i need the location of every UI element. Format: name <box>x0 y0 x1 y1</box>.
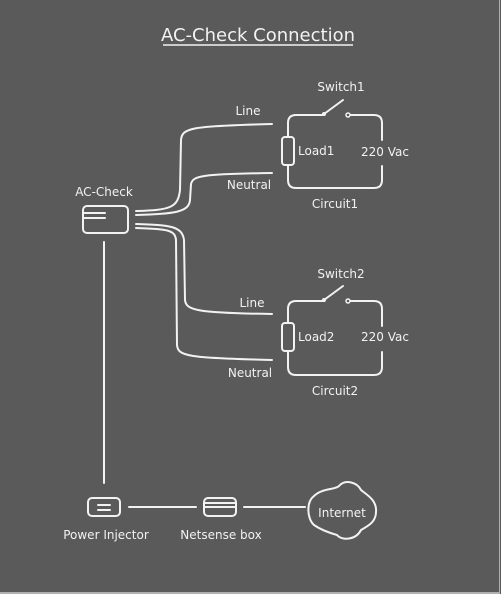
circuit2-wire-left-top <box>287 300 325 324</box>
switch-contact <box>345 298 351 304</box>
load-resistor-icon <box>281 136 295 166</box>
circuit1: Switch1 Load1 220 Vac Circuit1 <box>281 80 409 211</box>
line-label-circuit2: Line <box>239 296 264 310</box>
line-label-circuit1: Line <box>235 104 260 118</box>
load-resistor-icon <box>281 322 295 352</box>
neutral-label-circuit2: Neutral <box>228 366 272 380</box>
voltage1-label: 220 Vac <box>361 145 409 159</box>
netsense-box-label: Netsense box <box>180 528 261 542</box>
switch-contact <box>345 112 351 118</box>
neutral-wire-circuit2 <box>135 227 273 361</box>
diagram-canvas: AC-Check Connection AC-Check Line Neutra… <box>0 0 500 594</box>
switch1-label: Switch1 <box>317 80 364 94</box>
circuit1-wire-right-top <box>347 114 383 141</box>
circuit2-label: Circuit2 <box>312 384 358 398</box>
internet-label: Internet <box>318 506 366 520</box>
switch2-label: Switch2 <box>317 267 364 281</box>
circuit1-wire-left-top <box>287 114 325 138</box>
circuit1-label: Circuit1 <box>312 197 358 211</box>
circuit1-wire-bottom <box>287 164 383 189</box>
circuit2-wire-right-top <box>347 300 383 327</box>
diagram-title: AC-Check Connection <box>161 25 355 46</box>
network-box-icon[interactable] <box>203 497 237 517</box>
switch-pivot <box>322 298 326 302</box>
load1-label: Load1 <box>298 144 334 158</box>
line-wire-circuit1 <box>135 123 273 212</box>
circuit2: Switch2 Load2 220 Vac Circuit2 <box>281 267 409 398</box>
device-card-icon[interactable] <box>82 205 129 234</box>
neutral-label-circuit1: Neutral <box>227 178 271 192</box>
power-injector-label: Power Injector <box>63 528 149 542</box>
load2-label: Load2 <box>298 330 334 344</box>
switch-icon <box>323 285 344 301</box>
power-injector-icon[interactable] <box>87 497 121 517</box>
switch-pivot <box>322 112 326 116</box>
voltage2-label: 220 Vac <box>361 330 409 344</box>
ac-check-label: AC-Check <box>75 185 133 199</box>
circuit2-wire-bottom <box>287 350 383 376</box>
switch-icon <box>323 99 344 115</box>
diagram-svg: AC-Check Connection AC-Check Line Neutra… <box>63 25 409 542</box>
